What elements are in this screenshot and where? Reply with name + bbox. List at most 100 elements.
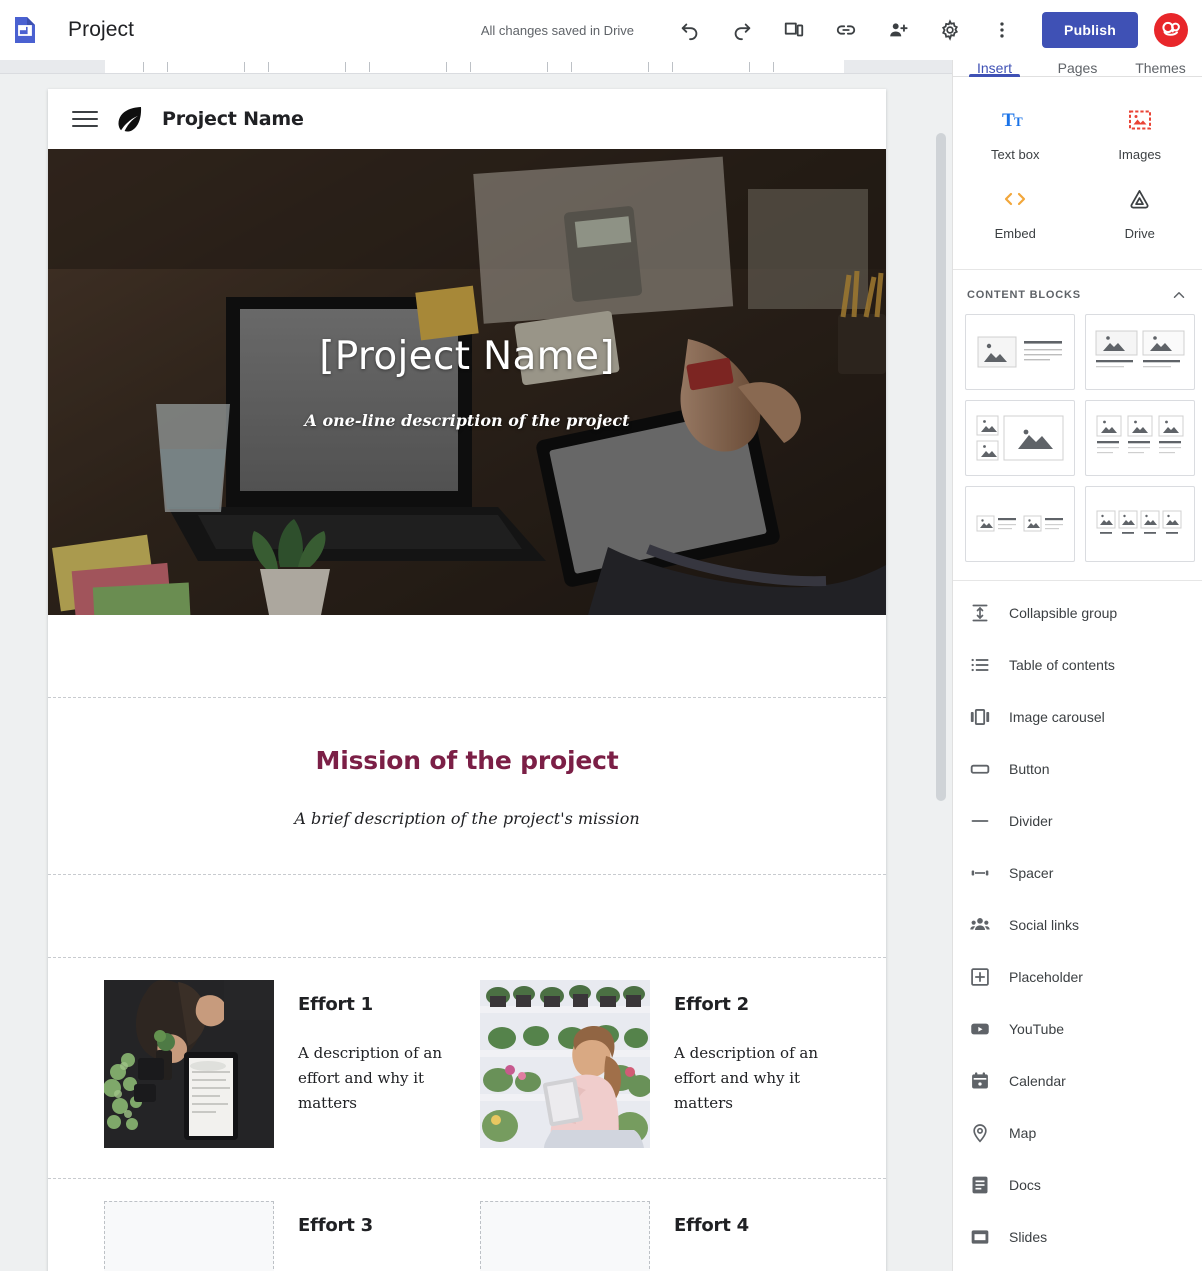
menu-item-label: Social links (1009, 917, 1080, 933)
effort-title[interactable]: Effort 2 (674, 994, 830, 1015)
google-docs-icon (967, 1175, 993, 1195)
undo-icon[interactable] (668, 8, 712, 52)
menu-item-docs[interactable]: Docs (953, 1159, 1202, 1211)
overhead-desk-plants-photo[interactable] (104, 980, 274, 1148)
effort-text: Effort 3 (298, 1201, 373, 1271)
image-placeholder[interactable] (104, 1201, 274, 1271)
menu-item-map[interactable]: Map (953, 1107, 1202, 1159)
insert-drive[interactable]: Drive (1078, 170, 1202, 249)
effort-text: Effort 4 (674, 1201, 749, 1271)
social-links-icon (967, 915, 993, 935)
add-person-icon[interactable] (876, 8, 920, 52)
google-sites-icon[interactable] (10, 15, 40, 45)
canvas-scrollbar[interactable] (934, 75, 948, 1271)
menu-item-collapsible-group[interactable]: Collapsible group (953, 587, 1202, 639)
menu-item-table-of-contents[interactable]: Table of contents (953, 639, 1202, 691)
hero-banner[interactable]: [Project Name] A one-line description of… (48, 149, 886, 615)
hamburger-icon[interactable] (72, 106, 98, 132)
effort-title[interactable]: Effort 3 (298, 1215, 373, 1236)
hero-title[interactable]: [Project Name] (319, 334, 615, 379)
block-two-small-images-one-large[interactable] (965, 400, 1075, 476)
menu-item-label: Slides (1009, 1229, 1048, 1245)
ruler-track (105, 60, 844, 73)
image-placeholder[interactable] (480, 1201, 650, 1271)
effort-card[interactable]: Effort 3 (104, 1201, 454, 1271)
effort-body[interactable]: A description of an effort and why it ma… (298, 1041, 454, 1117)
mission-body[interactable]: A brief description of the project's mis… (48, 809, 886, 828)
insert-embed[interactable]: Embed (953, 170, 1078, 249)
effort-text: Effort 1 A description of an effort and … (298, 980, 454, 1148)
block-two-inline-image-text-pairs[interactable] (965, 486, 1075, 562)
insert-drive-label: Drive (1124, 226, 1155, 241)
menu-item-label: Collapsible group (1009, 605, 1118, 621)
menu-item-slides[interactable]: Slides (953, 1211, 1202, 1263)
embed-code-icon (1002, 184, 1028, 214)
avatar[interactable] (1154, 13, 1188, 47)
tab-insert[interactable]: Insert (953, 60, 1036, 77)
menu-item-label: Map (1009, 1125, 1037, 1141)
hero-background-photo (48, 149, 886, 615)
menu-item-spacer[interactable]: Spacer (953, 847, 1202, 899)
menu-item-divider[interactable]: Divider (953, 795, 1202, 847)
tab-pages[interactable]: Pages (1036, 60, 1119, 76)
effort-card[interactable]: Effort 2 A description of an effort and … (480, 980, 830, 1148)
menu-item-button[interactable]: Button (953, 743, 1202, 795)
google-drive-icon (1128, 184, 1151, 214)
publish-button[interactable]: Publish (1042, 12, 1138, 48)
hero-subtitle[interactable]: A one-line description of the project (304, 411, 629, 430)
canvas-scrollbar-thumb[interactable] (936, 133, 946, 801)
images-icon (1128, 105, 1151, 135)
efforts-section-1[interactable]: Effort 1 A description of an effort and … (48, 958, 886, 1178)
link-icon[interactable] (824, 8, 868, 52)
youtube-icon (967, 1019, 993, 1039)
spacer-section[interactable] (48, 875, 886, 957)
insert-panel: Insert Pages Themes T T Text box Images … (952, 60, 1202, 1271)
florist-with-tablet-photo[interactable] (480, 980, 650, 1148)
menu-item-calendar[interactable]: Calendar (953, 1055, 1202, 1107)
menu-item-label: Button (1009, 761, 1050, 777)
site-header[interactable]: Project Name (48, 89, 886, 149)
gear-icon[interactable] (928, 8, 972, 52)
block-four-images-row[interactable] (1085, 486, 1195, 562)
insert-quick-actions: T T Text box Images Embed Drive (953, 77, 1202, 270)
redo-icon[interactable] (720, 8, 764, 52)
menu-item-youtube[interactable]: YouTube (953, 1003, 1202, 1055)
menu-item-image-carousel[interactable]: Image carousel (953, 691, 1202, 743)
google-sites-editor: Project All changes saved in Drive Publi… (0, 0, 1202, 1271)
effort-title[interactable]: Effort 4 (674, 1215, 749, 1236)
site-page[interactable]: Project Name [Project Name] A one-line d… (48, 89, 886, 1271)
block-two-images-with-captions[interactable] (1085, 314, 1195, 390)
efforts-section-2[interactable]: Effort 3 Effort 4 (48, 1179, 886, 1271)
effort-body[interactable]: A description of an effort and why it ma… (674, 1041, 830, 1117)
insert-images[interactable]: Images (1078, 91, 1202, 170)
content-blocks-header[interactable]: CONTENT BLOCKS (953, 270, 1202, 314)
insert-embed-label: Embed (994, 226, 1036, 241)
svg-text:T: T (1014, 114, 1023, 129)
preview-devices-icon[interactable] (772, 8, 816, 52)
menu-item-social-links[interactable]: Social links (953, 899, 1202, 951)
document-title[interactable]: Project (68, 18, 134, 42)
tab-themes[interactable]: Themes (1119, 60, 1202, 76)
block-image-left-text-right[interactable] (965, 314, 1075, 390)
menu-item-label: Image carousel (1009, 709, 1105, 725)
effort-card[interactable]: Effort 4 (480, 1201, 830, 1271)
menu-item-label: Spacer (1009, 865, 1054, 881)
save-status-text: All changes saved in Drive (480, 22, 635, 38)
spacer-icon (967, 863, 993, 883)
block-three-images-with-captions[interactable] (1085, 400, 1195, 476)
more-vert-icon[interactable] (980, 8, 1024, 52)
leaf-logo-icon (114, 104, 144, 134)
insert-text-box[interactable]: T T Text box (953, 91, 1078, 170)
menu-item-placeholder[interactable]: Placeholder (953, 951, 1202, 1003)
mission-heading[interactable]: Mission of the project (48, 746, 886, 775)
canvas-ruler[interactable] (0, 60, 952, 74)
mission-section[interactable]: Mission of the project A brief descripti… (48, 698, 886, 874)
menu-item-label: Table of contents (1009, 657, 1115, 673)
spacer-section[interactable] (48, 615, 886, 697)
site-name[interactable]: Project Name (162, 108, 304, 130)
effort-title[interactable]: Effort 1 (298, 994, 454, 1015)
chevron-up-icon[interactable] (1170, 286, 1188, 304)
effort-card[interactable]: Effort 1 A description of an effort and … (104, 980, 454, 1148)
menu-item-label: Calendar (1009, 1073, 1066, 1089)
insert-text-box-label: Text box (991, 147, 1040, 162)
